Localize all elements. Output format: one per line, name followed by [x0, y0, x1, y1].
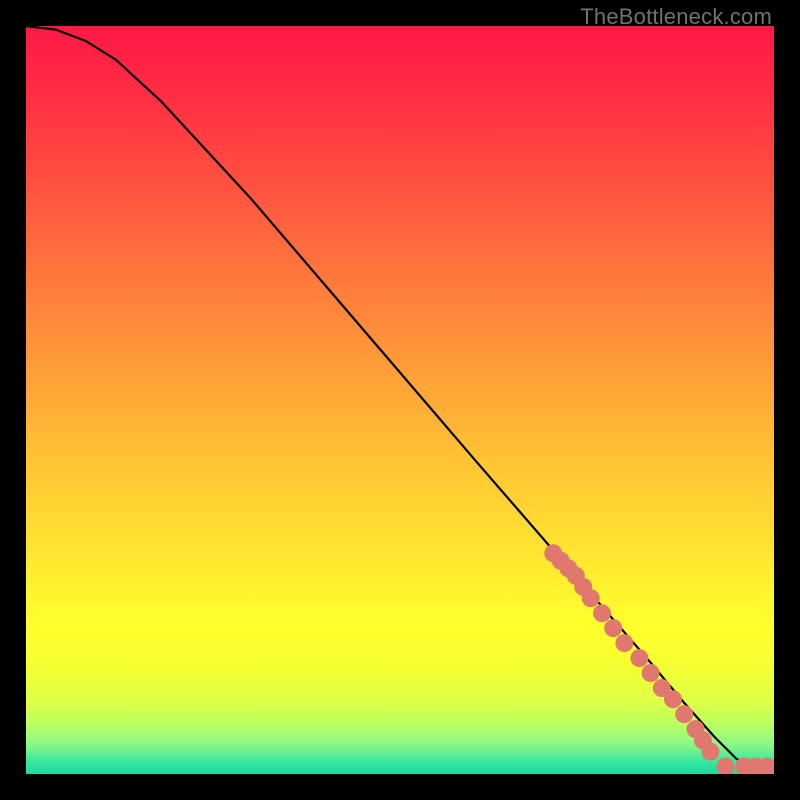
chart-frame: TheBottleneck.com — [0, 0, 800, 800]
data-point-marker — [615, 634, 633, 652]
bottleneck-curve — [26, 26, 774, 774]
data-point-marker — [582, 589, 600, 607]
watermark-text: TheBottleneck.com — [580, 4, 772, 30]
data-point-marker — [604, 619, 622, 637]
data-point-marker — [675, 705, 693, 723]
data-point-marker — [716, 758, 734, 775]
data-point-marker — [701, 743, 719, 761]
data-point-marker — [630, 649, 648, 667]
curve-line — [26, 26, 774, 767]
data-point-marker — [664, 690, 682, 708]
data-point-marker — [593, 604, 611, 622]
data-point-marker — [642, 664, 660, 682]
plot-area — [26, 26, 774, 774]
curve-markers — [544, 544, 774, 774]
